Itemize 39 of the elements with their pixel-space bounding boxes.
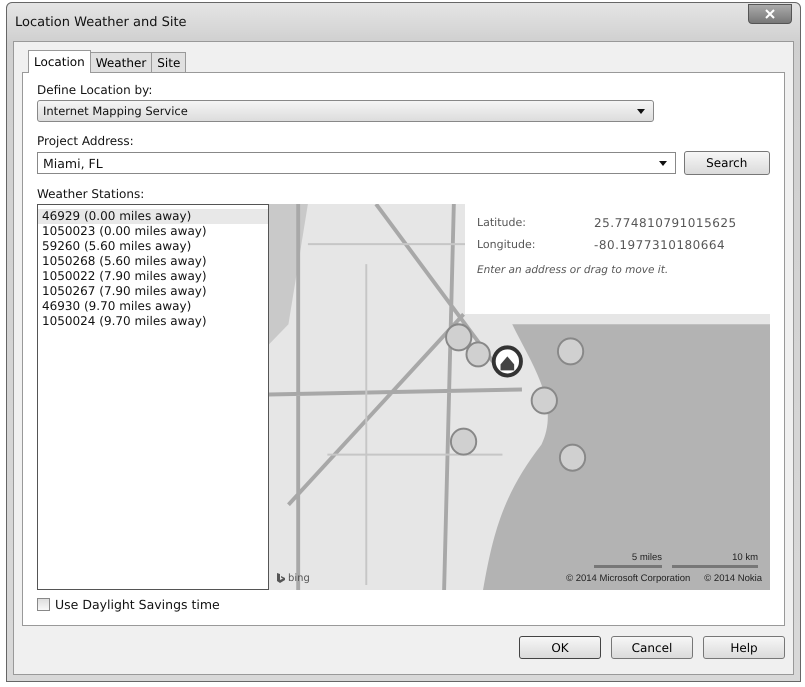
caret-icon	[637, 108, 645, 114]
dialog-button[interactable]: OK	[519, 636, 601, 659]
field-label: Project Address:	[37, 134, 135, 148]
logo-icon	[277, 573, 285, 584]
station-item[interactable]: 46929 (0.00 miles away)	[38, 209, 268, 224]
address-field[interactable]: Miami, FL	[37, 152, 676, 174]
window-title: Location Weather and Site	[15, 14, 187, 30]
station-item[interactable]: 1050023 (0.00 miles away)	[38, 224, 268, 239]
close-button[interactable]	[748, 4, 792, 24]
tab[interactable]: Weather	[90, 52, 152, 72]
checkbox[interactable]	[37, 598, 50, 611]
dialog-button[interactable]: Cancel	[611, 636, 693, 659]
station-item[interactable]: 59260 (5.60 miles away)	[38, 239, 268, 254]
tab[interactable]: Site	[151, 52, 186, 72]
station-item[interactable]: 1050022 (7.90 miles away)	[38, 269, 268, 284]
popup-value: -80.1977310180664	[594, 238, 726, 252]
station-item[interactable]: 1050268 (5.60 miles away)	[38, 254, 268, 269]
station-item[interactable]: 46930 (9.70 miles away)	[38, 299, 268, 314]
location-dropdown[interactable]: Internet Mapping Service	[37, 100, 654, 122]
search-button[interactable]: Search	[684, 151, 770, 175]
checkbox-label: Use Daylight Savings time	[55, 597, 220, 612]
dialog-button[interactable]: Help	[703, 636, 785, 659]
field-label: Define Location by:	[37, 83, 154, 97]
popup-value: 25.774810791015625	[594, 216, 737, 230]
close-icon	[765, 9, 775, 19]
popup-label: Latitude:	[477, 216, 527, 230]
station-item[interactable]: 1050267 (7.90 miles away)	[38, 284, 268, 299]
field-label: Weather Stations:	[37, 187, 146, 201]
tab[interactable]: Location	[28, 50, 91, 73]
popup-label: Longitude:	[477, 238, 536, 252]
scale-bar	[594, 565, 662, 568]
scale-label: 10 km	[732, 552, 758, 563]
copyright-text: © 2014 Microsoft Corporation	[566, 573, 690, 584]
map-logo: bing	[288, 573, 310, 584]
caret-icon	[658, 160, 666, 166]
popup-hint: Enter an address or drag to move it.	[477, 264, 670, 276]
scale-label: 5 miles	[632, 552, 662, 563]
copyright-text: © 2014 Nokia	[704, 573, 762, 584]
station-item[interactable]: 1050024 (9.70 miles away)	[38, 314, 268, 329]
